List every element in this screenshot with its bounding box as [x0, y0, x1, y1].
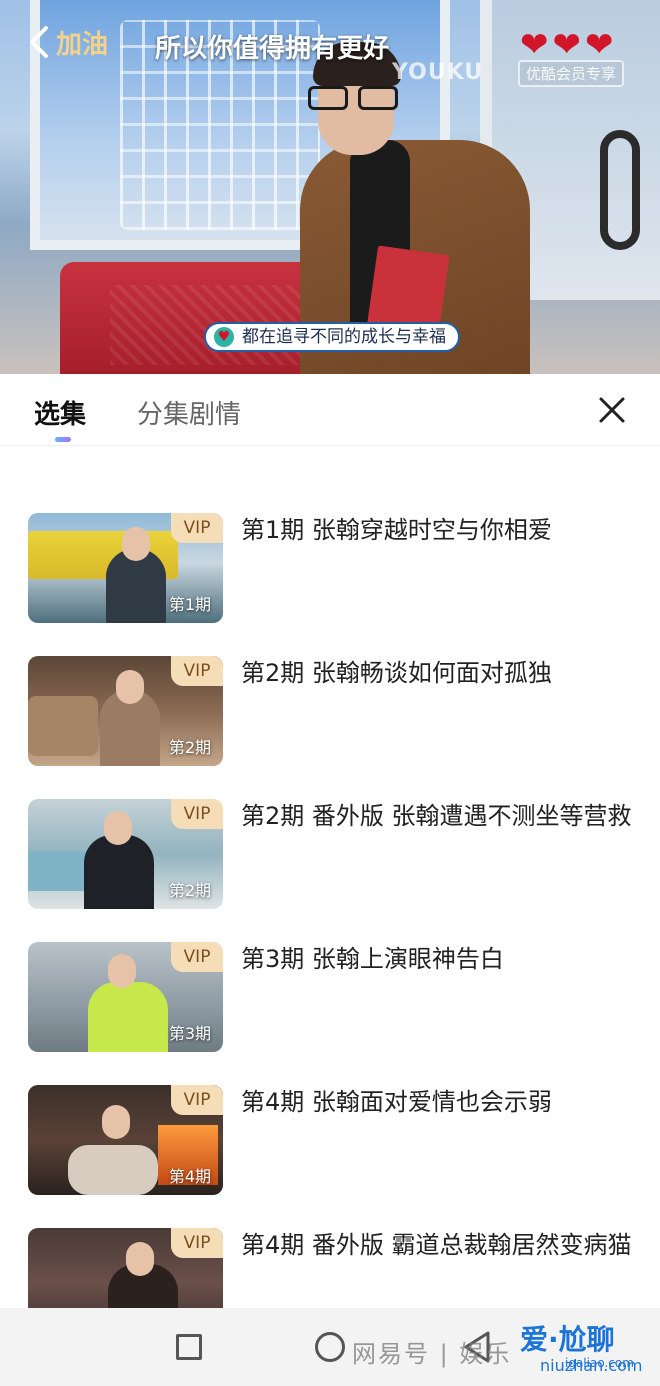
- subtitle-caption: ♥ 都在追寻不同的成长与幸福: [204, 322, 460, 352]
- video-player[interactable]: 加油 所以你值得拥有更好 ❤ ❤ ❤ YOUKU 优酷会员专享 ♥ 都在追寻不同…: [0, 0, 660, 374]
- episode-number-label: 第1期: [168, 595, 211, 614]
- tab-episode-plot[interactable]: 分集剧情: [137, 394, 241, 431]
- tab-episodes[interactable]: 选集: [34, 394, 86, 431]
- vip-badge: VIP: [171, 656, 223, 686]
- close-icon[interactable]: [596, 394, 628, 426]
- episode-number-label: 第2期: [168, 881, 211, 900]
- vip-badge: VIP: [171, 513, 223, 543]
- heart-icon: ❤: [520, 25, 549, 65]
- door-handle: [600, 130, 640, 250]
- episode-item[interactable]: VIP 第3期 第3期 张翰上演眼神告白: [0, 942, 660, 1054]
- vip-badge: VIP: [171, 1228, 223, 1258]
- episode-title[interactable]: 第1期 张翰穿越时空与你相爱: [241, 513, 641, 548]
- episode-title[interactable]: 第2期 张翰畅谈如何面对孤独: [241, 656, 641, 691]
- episode-title[interactable]: 第2期 番外版 张翰遭遇不测坐等营救: [241, 799, 641, 834]
- youku-logo: YOUKU: [392, 60, 484, 85]
- recent-apps-button[interactable]: [176, 1334, 202, 1360]
- episode-thumbnail[interactable]: VIP 第3期: [28, 942, 223, 1052]
- back-label: 加油: [56, 29, 109, 60]
- site-url-watermark-2: niuzhan.com: [540, 1356, 643, 1375]
- vip-watermark: 优酷会员专享: [518, 60, 625, 87]
- episode-title[interactable]: 第3期 张翰上演眼神告白: [241, 942, 641, 977]
- episode-thumbnail[interactable]: VIP 第4期: [28, 1085, 223, 1195]
- glasses: [306, 86, 406, 112]
- episode-thumbnail[interactable]: VIP 第2期: [28, 656, 223, 766]
- episode-item[interactable]: VIP 第2期 第2期 张翰畅谈如何面对孤独: [0, 656, 660, 768]
- episode-title[interactable]: 第4期 张翰面对爱情也会示弱: [241, 1085, 641, 1120]
- episode-item[interactable]: VIP 第2期 第2期 番外版 张翰遭遇不测坐等营救: [0, 799, 660, 911]
- episode-title[interactable]: 第4期 番外版 霸道总裁翰居然变病猫: [241, 1228, 641, 1263]
- netease-watermark: 网易号 | 娱乐: [352, 1340, 512, 1368]
- heart-icon: ❤: [585, 25, 614, 65]
- episode-number-label: 第3期: [168, 1024, 211, 1043]
- heart-icon: ♥: [214, 327, 234, 347]
- episode-number-label: 第2期: [168, 738, 211, 757]
- hearts: ❤ ❤ ❤: [520, 28, 614, 62]
- vip-badge: VIP: [171, 799, 223, 829]
- site-watermark: 爱·尬聊: [520, 1323, 615, 1356]
- chevron-left-icon: [30, 26, 48, 58]
- tab-bar: 选集 分集剧情: [0, 374, 660, 446]
- video-title: 所以你值得拥有更好: [155, 34, 390, 64]
- episode-thumbnail[interactable]: VIP 第1期: [28, 513, 223, 623]
- back-button[interactable]: 加油: [28, 22, 108, 62]
- caption-text: 都在追寻不同的成长与幸福: [242, 327, 446, 347]
- tab-indicator: [55, 437, 71, 442]
- home-button[interactable]: [315, 1332, 345, 1362]
- episode-item[interactable]: VIP 第4期 第4期 张翰面对爱情也会示弱: [0, 1085, 660, 1197]
- vip-badge: VIP: [171, 1085, 223, 1115]
- episode-number-label: 第4期: [168, 1167, 211, 1186]
- episode-thumbnail[interactable]: VIP 第2期: [28, 799, 223, 909]
- episode-item[interactable]: VIP 第1期 第1期 张翰穿越时空与你相爱: [0, 513, 660, 625]
- vip-badge: VIP: [171, 942, 223, 972]
- heart-icon: ❤: [552, 25, 582, 65]
